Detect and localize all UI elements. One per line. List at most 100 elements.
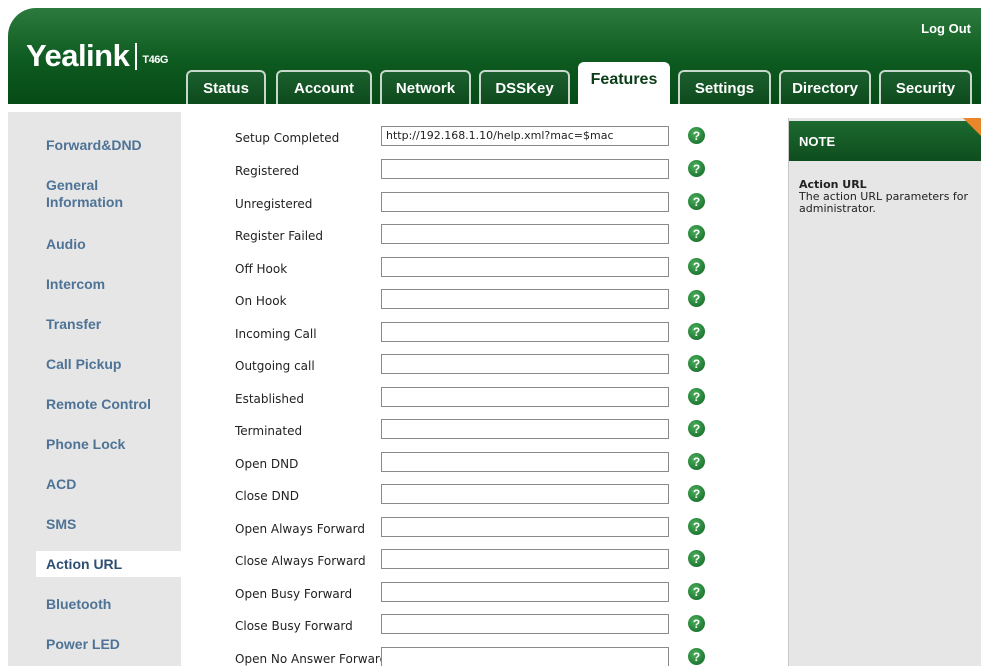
form-row: Outgoing call ? — [181, 352, 781, 384]
note-panel: NOTE Action URL The action URL parameter… — [788, 118, 981, 666]
help-icon[interactable]: ? — [688, 323, 705, 340]
form-row: Setup Completed http://192.168.1.10/help… — [181, 124, 781, 156]
form-row: Close Always Forward ? — [181, 547, 781, 579]
help-icon[interactable]: ? — [688, 550, 705, 567]
form-row: Close DND ? — [181, 482, 781, 514]
help-icon[interactable]: ? — [688, 388, 705, 405]
form-row: Open No Answer Forward ? — [181, 645, 781, 666]
form-row: On Hook ? — [181, 287, 781, 319]
help-icon[interactable]: ? — [688, 290, 705, 307]
help-icon[interactable]: ? — [688, 518, 705, 535]
sidebar-item-remote-control[interactable]: Remote Control — [8, 396, 181, 413]
tab-status[interactable]: Status — [186, 70, 266, 104]
open-no-answer-forward-input[interactable] — [381, 647, 669, 666]
help-icon[interactable]: ? — [688, 615, 705, 632]
field-label: Close DND — [235, 489, 299, 503]
form-row: Terminated ? — [181, 417, 781, 449]
help-icon[interactable]: ? — [688, 420, 705, 437]
unregistered-input[interactable] — [381, 192, 669, 212]
field-label: Incoming Call — [235, 327, 317, 341]
outgoing-call-input[interactable] — [381, 354, 669, 374]
tab-network[interactable]: Network — [380, 70, 471, 104]
help-icon[interactable]: ? — [688, 193, 705, 210]
form-row: Open Always Forward ? — [181, 515, 781, 547]
close-always-forward-input[interactable] — [381, 549, 669, 569]
sidebar-item-sms[interactable]: SMS — [8, 516, 181, 533]
field-label: Established — [235, 392, 305, 406]
tab-directory[interactable]: Directory — [779, 70, 871, 104]
sidebar-item-audio[interactable]: Audio — [8, 236, 181, 253]
brand-name: Yealink — [26, 38, 130, 73]
sidebar-item-transfer[interactable]: Transfer — [8, 316, 181, 333]
field-label: Setup Completed — [235, 131, 340, 145]
sidebar-item-general-information[interactable]: General Information — [8, 177, 158, 211]
note-text: The action URL parameters for administra… — [799, 190, 969, 215]
model-name: T46G — [142, 54, 168, 66]
close-dnd-input[interactable] — [381, 484, 669, 504]
form-row: Close Busy Forward ? — [181, 612, 781, 644]
open-dnd-input[interactable] — [381, 452, 669, 472]
form-row: Unregistered ? — [181, 190, 781, 222]
registered-input[interactable] — [381, 159, 669, 179]
help-icon[interactable]: ? — [688, 485, 705, 502]
form-row: Register Failed ? — [181, 222, 781, 254]
off-hook-input[interactable] — [381, 257, 669, 277]
register-failed-input[interactable] — [381, 224, 669, 244]
help-icon[interactable]: ? — [688, 160, 705, 177]
sidebar-item-call-pickup[interactable]: Call Pickup — [8, 356, 181, 373]
sidebar-item-bluetooth[interactable]: Bluetooth — [8, 596, 181, 613]
help-icon[interactable]: ? — [688, 258, 705, 275]
form-row: Registered ? — [181, 157, 781, 189]
action-url-form: Setup Completed http://192.168.1.10/help… — [181, 112, 781, 666]
field-label: Off Hook — [235, 262, 288, 276]
help-icon[interactable]: ? — [688, 355, 705, 372]
field-label: Close Busy Forward — [235, 619, 353, 633]
tab-settings[interactable]: Settings — [678, 70, 771, 104]
form-row: Open DND ? — [181, 450, 781, 482]
logo-separator — [135, 42, 138, 70]
help-icon[interactable]: ? — [688, 453, 705, 470]
sidebar-item-power-led[interactable]: Power LED — [8, 636, 181, 653]
established-input[interactable] — [381, 387, 669, 407]
tabbar-divider — [8, 104, 981, 108]
help-icon[interactable]: ? — [688, 583, 705, 600]
tab-security[interactable]: Security — [879, 70, 972, 104]
terminated-input[interactable] — [381, 419, 669, 439]
tab-dsskey[interactable]: DSSKey — [479, 70, 570, 104]
yealink-logo: Yealink T46G — [26, 38, 168, 74]
form-row: Off Hook ? — [181, 255, 781, 287]
logout-link[interactable]: Log Out — [921, 21, 971, 36]
close-busy-forward-input[interactable] — [381, 614, 669, 634]
tab-features[interactable]: Features — [578, 62, 670, 106]
open-busy-forward-input[interactable] — [381, 582, 669, 602]
form-row: Open Busy Forward ? — [181, 580, 781, 612]
help-icon[interactable]: ? — [688, 648, 705, 665]
incoming-call-input[interactable] — [381, 322, 669, 342]
field-label: Close Always Forward — [235, 554, 366, 568]
help-icon[interactable]: ? — [688, 127, 705, 144]
sidebar-item-phone-lock[interactable]: Phone Lock — [8, 436, 181, 453]
sidebar-item-forward-dnd[interactable]: Forward&DND — [8, 137, 181, 154]
field-label: Register Failed — [235, 229, 324, 243]
sidebar-item-action-url[interactable]: Action URL — [36, 551, 184, 577]
sidebar-item-acd[interactable]: ACD — [8, 476, 181, 493]
sidebar: Forward&DND General Information Audio In… — [8, 112, 184, 666]
field-label: Outgoing call — [235, 359, 315, 373]
field-label: Registered — [235, 164, 300, 178]
form-row: Established ? — [181, 385, 781, 417]
field-label: On Hook — [235, 294, 287, 308]
form-row: Incoming Call ? — [181, 320, 781, 352]
field-label: Open DND — [235, 457, 299, 471]
open-always-forward-input[interactable] — [381, 517, 669, 537]
setup-completed-input[interactable]: http://192.168.1.10/help.xml?mac=$mac — [381, 126, 669, 146]
field-label: Open No Answer Forward — [235, 652, 388, 666]
on-hook-input[interactable] — [381, 289, 669, 309]
field-label: Unregistered — [235, 197, 313, 211]
help-icon[interactable]: ? — [688, 225, 705, 242]
sidebar-item-intercom[interactable]: Intercom — [8, 276, 181, 293]
note-corner-triangle — [963, 118, 981, 136]
field-label: Terminated — [235, 424, 303, 438]
note-heading: NOTE — [789, 121, 981, 161]
tab-account[interactable]: Account — [276, 70, 372, 104]
field-label: Open Always Forward — [235, 522, 366, 536]
